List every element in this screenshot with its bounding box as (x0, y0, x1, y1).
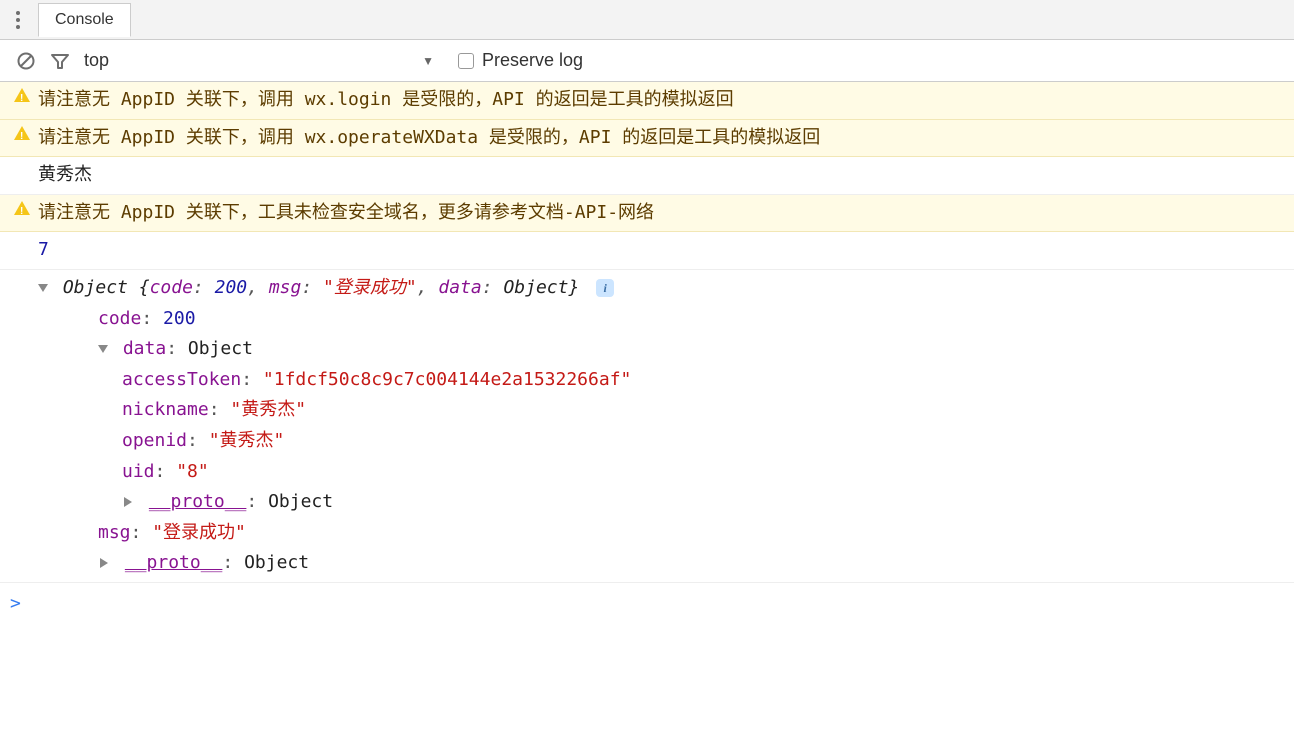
disclosure-triangle-icon[interactable] (100, 558, 108, 568)
disclosure-triangle-icon[interactable] (98, 345, 108, 353)
warning-message: 请注意无 AppID 关联下，调用 wx.operateWXData 是受限的，… (38, 123, 1294, 154)
console-warning-row[interactable]: 请注意无 AppID 关联下，工具未检查安全域名，更多请参考文档-API-网络 (0, 195, 1294, 233)
console-input-prompt[interactable]: > (0, 583, 1294, 626)
preserve-log-label: Preserve log (482, 50, 583, 71)
object-property[interactable]: data: Object (20, 334, 253, 365)
object-property[interactable]: accessToken: "1fdcf50c8c9c7c004144e2a153… (38, 365, 631, 396)
warning-icon (14, 88, 30, 102)
warning-message: 请注意无 AppID 关联下，工具未检查安全域名，更多请参考文档-API-网络 (38, 198, 1294, 229)
clear-console-icon[interactable] (16, 51, 36, 71)
object-proto[interactable]: __proto__: Object (20, 487, 333, 518)
disclosure-triangle-icon[interactable] (38, 284, 48, 292)
preserve-log-checkbox[interactable] (458, 53, 474, 69)
object-proto[interactable]: __proto__: Object (20, 548, 309, 579)
object-property[interactable]: msg: "登录成功" (38, 518, 246, 549)
filter-icon[interactable] (50, 51, 70, 71)
chevron-down-icon: ▼ (422, 54, 434, 68)
warning-icon (14, 201, 30, 215)
object-summary[interactable]: Object {code: 200, msg: "登录成功", data: Ob… (63, 277, 590, 298)
warning-message: 请注意无 AppID 关联下，调用 wx.login 是受限的，API 的返回是… (38, 85, 1294, 116)
console-toolbar: top ▼ Preserve log (0, 40, 1294, 82)
context-label: top (84, 50, 416, 71)
tab-bar: Console (0, 0, 1294, 40)
object-property[interactable]: code: 200 (38, 304, 196, 335)
console-log-row[interactable]: 黄秀杰 (0, 157, 1294, 195)
prompt-chevron-icon: > (10, 589, 21, 620)
info-icon[interactable]: i (596, 279, 614, 297)
disclosure-triangle-icon[interactable] (124, 497, 132, 507)
preserve-log-toggle[interactable]: Preserve log (458, 50, 583, 71)
object-property[interactable]: nickname: "黄秀杰" (38, 395, 306, 426)
kebab-menu-icon[interactable] (6, 5, 30, 35)
log-message: 黄秀杰 (38, 160, 1294, 191)
console-log-row[interactable]: 7 (0, 232, 1294, 270)
console-warning-row[interactable]: 请注意无 AppID 关联下，调用 wx.operateWXData 是受限的，… (0, 120, 1294, 158)
log-number: 7 (38, 235, 1294, 266)
context-selector[interactable]: top ▼ (84, 50, 444, 71)
warning-icon (14, 126, 30, 140)
tab-console[interactable]: Console (38, 3, 131, 37)
object-property[interactable]: uid: "8" (38, 457, 209, 488)
object-property[interactable]: openid: "黄秀杰" (38, 426, 284, 457)
console-warning-row[interactable]: 请注意无 AppID 关联下，调用 wx.login 是受限的，API 的返回是… (0, 82, 1294, 120)
console-output: 请注意无 AppID 关联下，调用 wx.login 是受限的，API 的返回是… (0, 82, 1294, 626)
console-object-row[interactable]: Object {code: 200, msg: "登录成功", data: Ob… (0, 270, 1294, 583)
